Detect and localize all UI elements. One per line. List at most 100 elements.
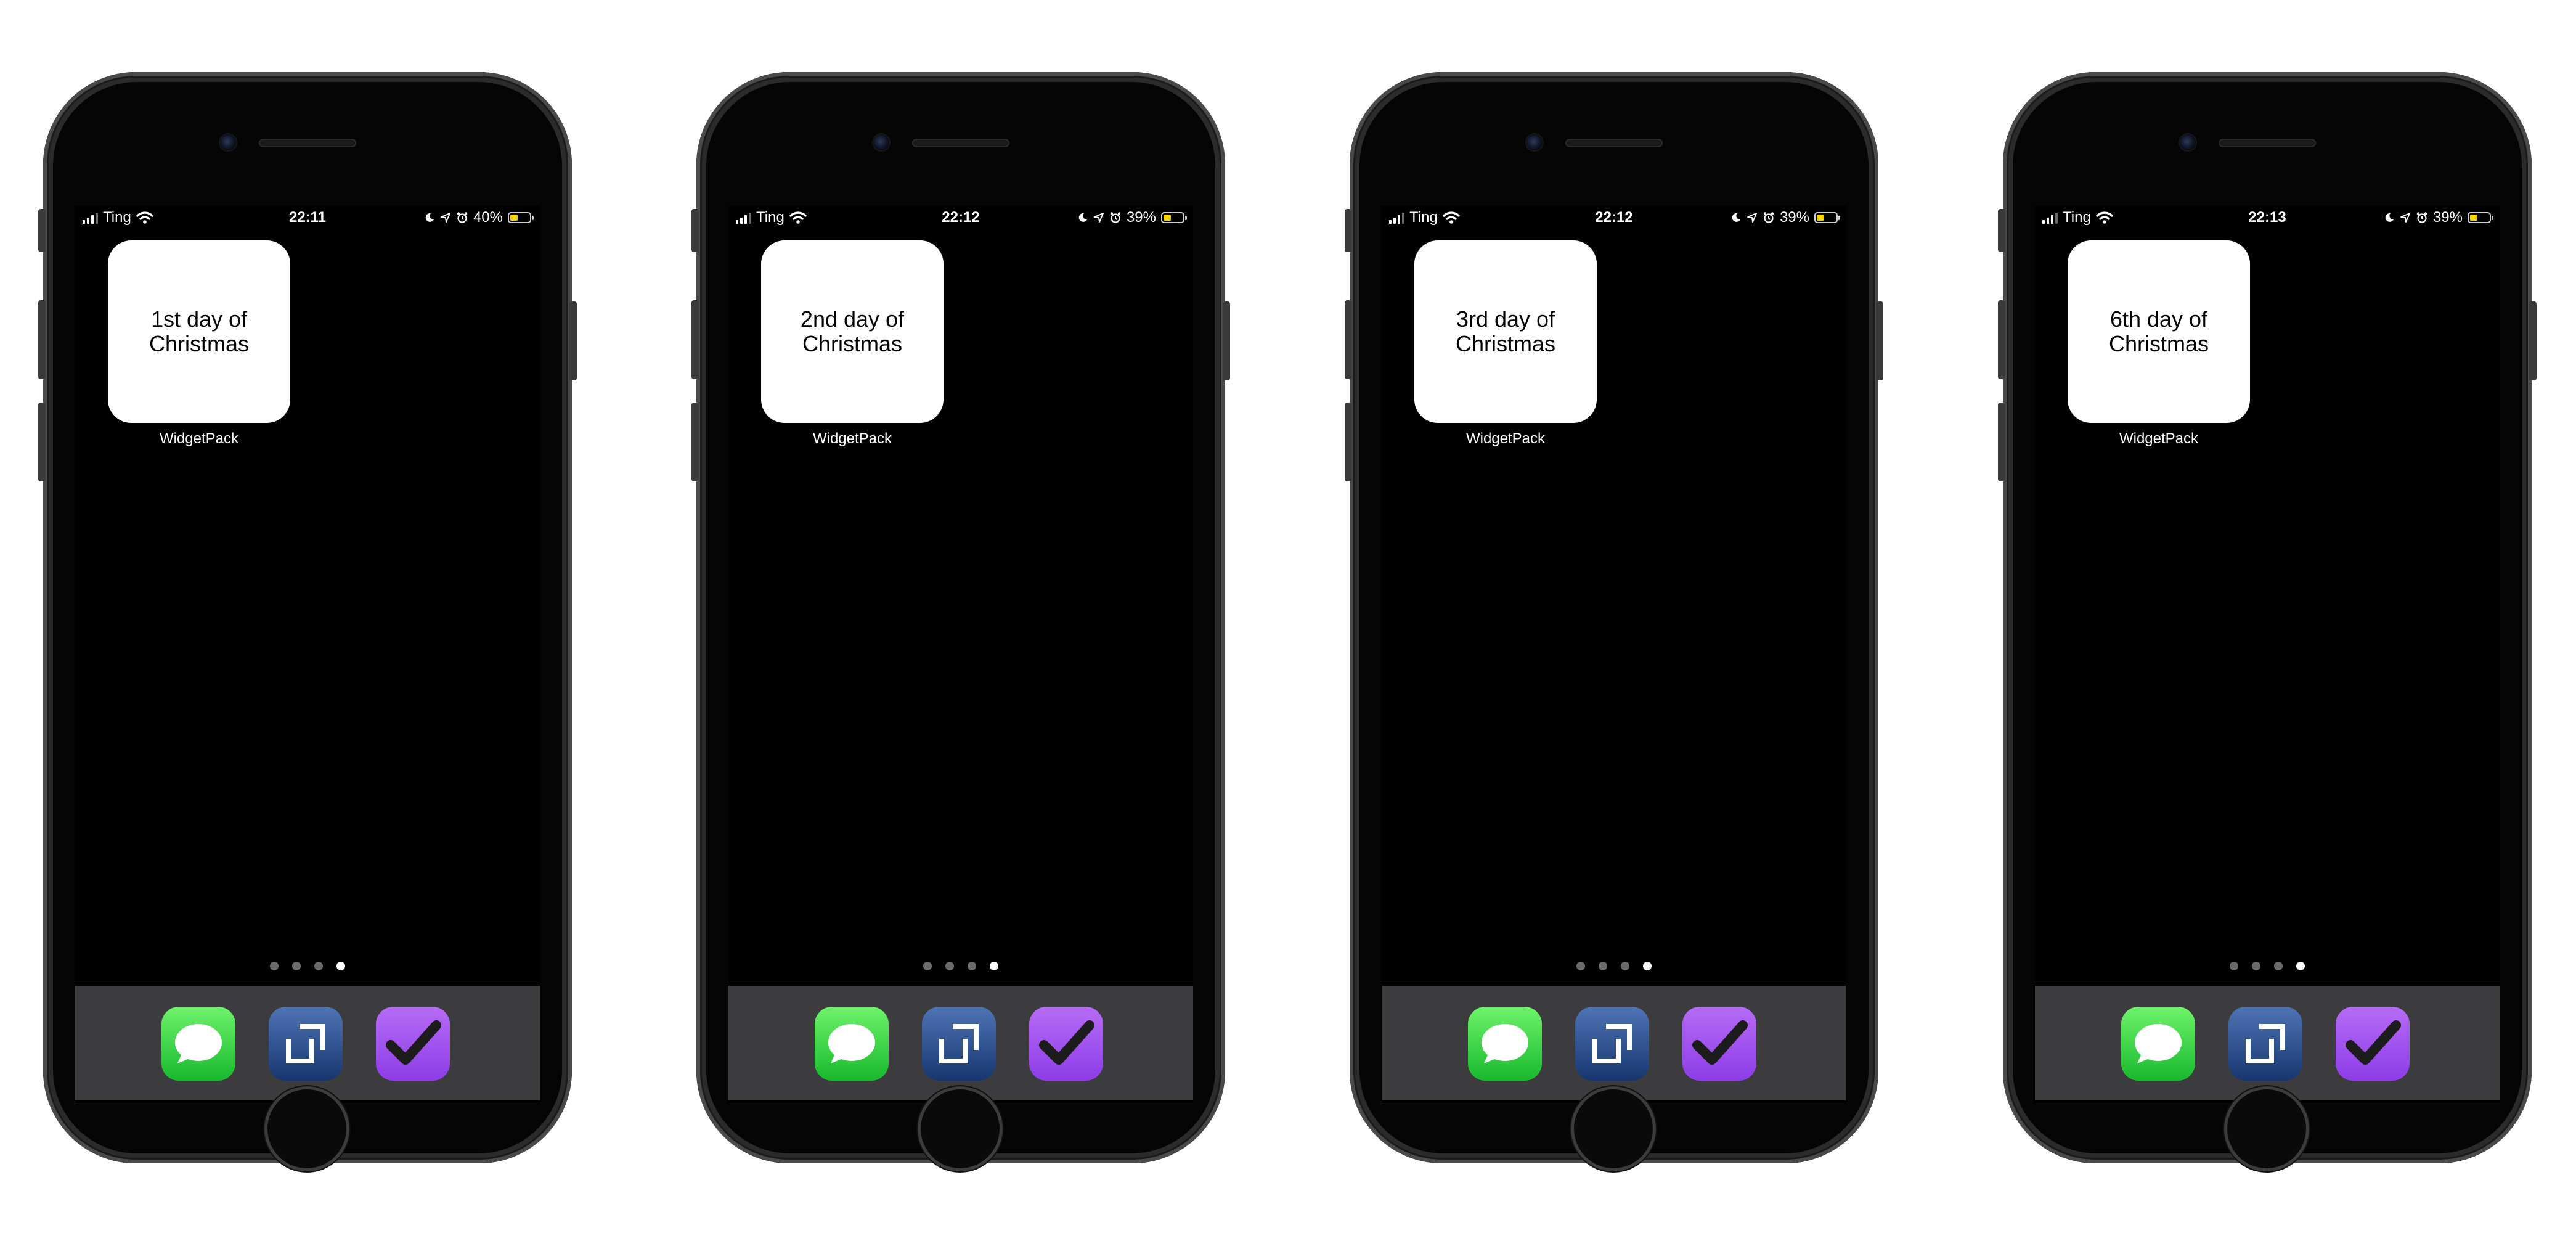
page-dot — [945, 962, 954, 970]
checkmark-app-icon[interactable] — [376, 1007, 450, 1081]
status-right-group: 39% — [2384, 209, 2493, 226]
messages-app-icon[interactable] — [815, 1007, 889, 1081]
page-dot-active — [336, 962, 345, 970]
moon-icon — [1078, 213, 1087, 222]
checkmark-app-icon[interactable] — [1029, 1007, 1103, 1081]
phone-4: Ting 22:13 39% 6th day of Christmas Widg… — [1998, 72, 2537, 1171]
page-indicator[interactable] — [728, 962, 1193, 970]
widget-text: 3rd day of Christmas — [1455, 306, 1556, 356]
mute-switch — [1345, 209, 1352, 252]
location-arrow-icon — [440, 213, 450, 223]
power-button — [569, 301, 577, 380]
nested-square-icon — [939, 1024, 979, 1063]
messages-app-icon[interactable] — [1468, 1007, 1542, 1081]
dock — [2035, 986, 2500, 1100]
mute-switch — [1998, 209, 2005, 252]
power-button — [2529, 301, 2537, 380]
power-button — [1223, 301, 1230, 380]
blue-square-app-icon[interactable] — [1575, 1007, 1649, 1081]
page-dot — [923, 962, 932, 970]
christmas-widget[interactable]: 6th day of Christmas — [2068, 240, 2250, 423]
christmas-widget[interactable]: 1st day of Christmas — [108, 240, 290, 423]
page-dot — [1599, 962, 1607, 970]
phone-2: Ting 22:12 39% 2nd day of Christmas Widg… — [691, 72, 1230, 1171]
checkmark-icon — [1692, 1020, 1748, 1065]
widget-text: 6th day of Christmas — [2108, 306, 2209, 356]
speech-bubble-icon — [2135, 1024, 2182, 1063]
checkmark-icon — [2346, 1020, 2401, 1065]
battery-icon — [1161, 212, 1187, 223]
christmas-widget[interactable]: 2nd day of Christmas — [761, 240, 944, 423]
page-dot — [1621, 962, 1629, 970]
battery-icon — [1814, 212, 1840, 223]
mute-switch — [38, 209, 46, 252]
volume-down-button — [1345, 403, 1352, 481]
mute-switch — [691, 209, 699, 252]
page-dot-active — [1643, 962, 1652, 970]
home-button[interactable] — [1571, 1086, 1656, 1171]
checkmark-app-icon[interactable] — [2336, 1007, 2410, 1081]
widget-label: WidgetPack — [2119, 430, 2199, 447]
widget-label: WidgetPack — [159, 430, 239, 447]
christmas-widget[interactable]: 3rd day of Christmas — [1414, 240, 1597, 423]
battery-icon — [2468, 212, 2493, 223]
battery-percent: 40% — [473, 209, 503, 226]
nested-square-icon — [2246, 1024, 2285, 1063]
checkmark-app-icon[interactable] — [1682, 1007, 1756, 1081]
status-bar: Ting 22:13 39% — [2035, 206, 2500, 228]
front-camera-icon — [873, 134, 889, 150]
volume-down-button — [38, 403, 46, 481]
page-indicator[interactable] — [1382, 962, 1846, 970]
widget-text: 1st day of Christmas — [149, 306, 250, 356]
widget-text: 2nd day of Christmas — [800, 306, 905, 356]
dock — [75, 986, 540, 1100]
battery-percent: 39% — [1779, 209, 1809, 226]
page-dot — [968, 962, 976, 970]
page-dot — [2274, 962, 2283, 970]
nested-square-icon — [1592, 1024, 1632, 1063]
volume-down-button — [691, 403, 699, 481]
status-bar: Ting 22:12 39% — [1382, 206, 1846, 228]
earpiece-speaker — [259, 139, 356, 147]
battery-percent: 39% — [2432, 209, 2463, 226]
earpiece-speaker — [2219, 139, 2316, 147]
home-button[interactable] — [2224, 1086, 2309, 1171]
power-button — [1876, 301, 1883, 380]
blue-square-app-icon[interactable] — [269, 1007, 343, 1081]
status-bar: Ting 22:12 39% — [728, 206, 1193, 228]
front-camera-icon — [1526, 134, 1543, 150]
widget-label: WidgetPack — [812, 430, 892, 447]
home-button[interactable] — [264, 1086, 349, 1171]
page-dot-active — [990, 962, 998, 970]
status-right-group: 39% — [1077, 209, 1187, 226]
volume-up-button — [691, 300, 699, 379]
volume-up-button — [38, 300, 46, 379]
front-camera-icon — [220, 134, 236, 150]
speech-bubble-icon — [175, 1024, 222, 1063]
battery-icon — [508, 212, 534, 223]
page-dot — [292, 962, 301, 970]
home-screen: Ting 22:12 39% 3rd day of Christmas Widg… — [1382, 206, 1846, 1102]
dock — [1382, 986, 1846, 1100]
status-right-group: 40% — [424, 209, 534, 226]
home-screen: Ting 22:13 39% 6th day of Christmas Widg… — [2035, 206, 2500, 1102]
volume-up-button — [1345, 300, 1352, 379]
status-bar: Ting 22:11 40% — [75, 206, 540, 228]
widget-label: WidgetPack — [1465, 430, 1546, 447]
moon-icon — [2385, 213, 2394, 222]
home-button[interactable] — [918, 1086, 1003, 1171]
checkmark-icon — [386, 1020, 441, 1065]
location-arrow-icon — [1747, 213, 1757, 223]
blue-square-app-icon[interactable] — [922, 1007, 996, 1081]
earpiece-speaker — [1565, 139, 1663, 147]
messages-app-icon[interactable] — [161, 1007, 235, 1081]
blue-square-app-icon[interactable] — [2228, 1007, 2302, 1081]
battery-percent: 39% — [1126, 209, 1156, 226]
page-dot — [2230, 962, 2238, 970]
page-indicator[interactable] — [2035, 962, 2500, 970]
page-indicator[interactable] — [75, 962, 540, 970]
home-screen: Ting 22:12 39% 2nd day of Christmas Widg… — [728, 206, 1193, 1102]
phone-row: Ting 22:11 40% 1st day of Christmas Widg… — [0, 0, 2576, 1233]
messages-app-icon[interactable] — [2121, 1007, 2195, 1081]
speech-bubble-icon — [828, 1024, 875, 1063]
